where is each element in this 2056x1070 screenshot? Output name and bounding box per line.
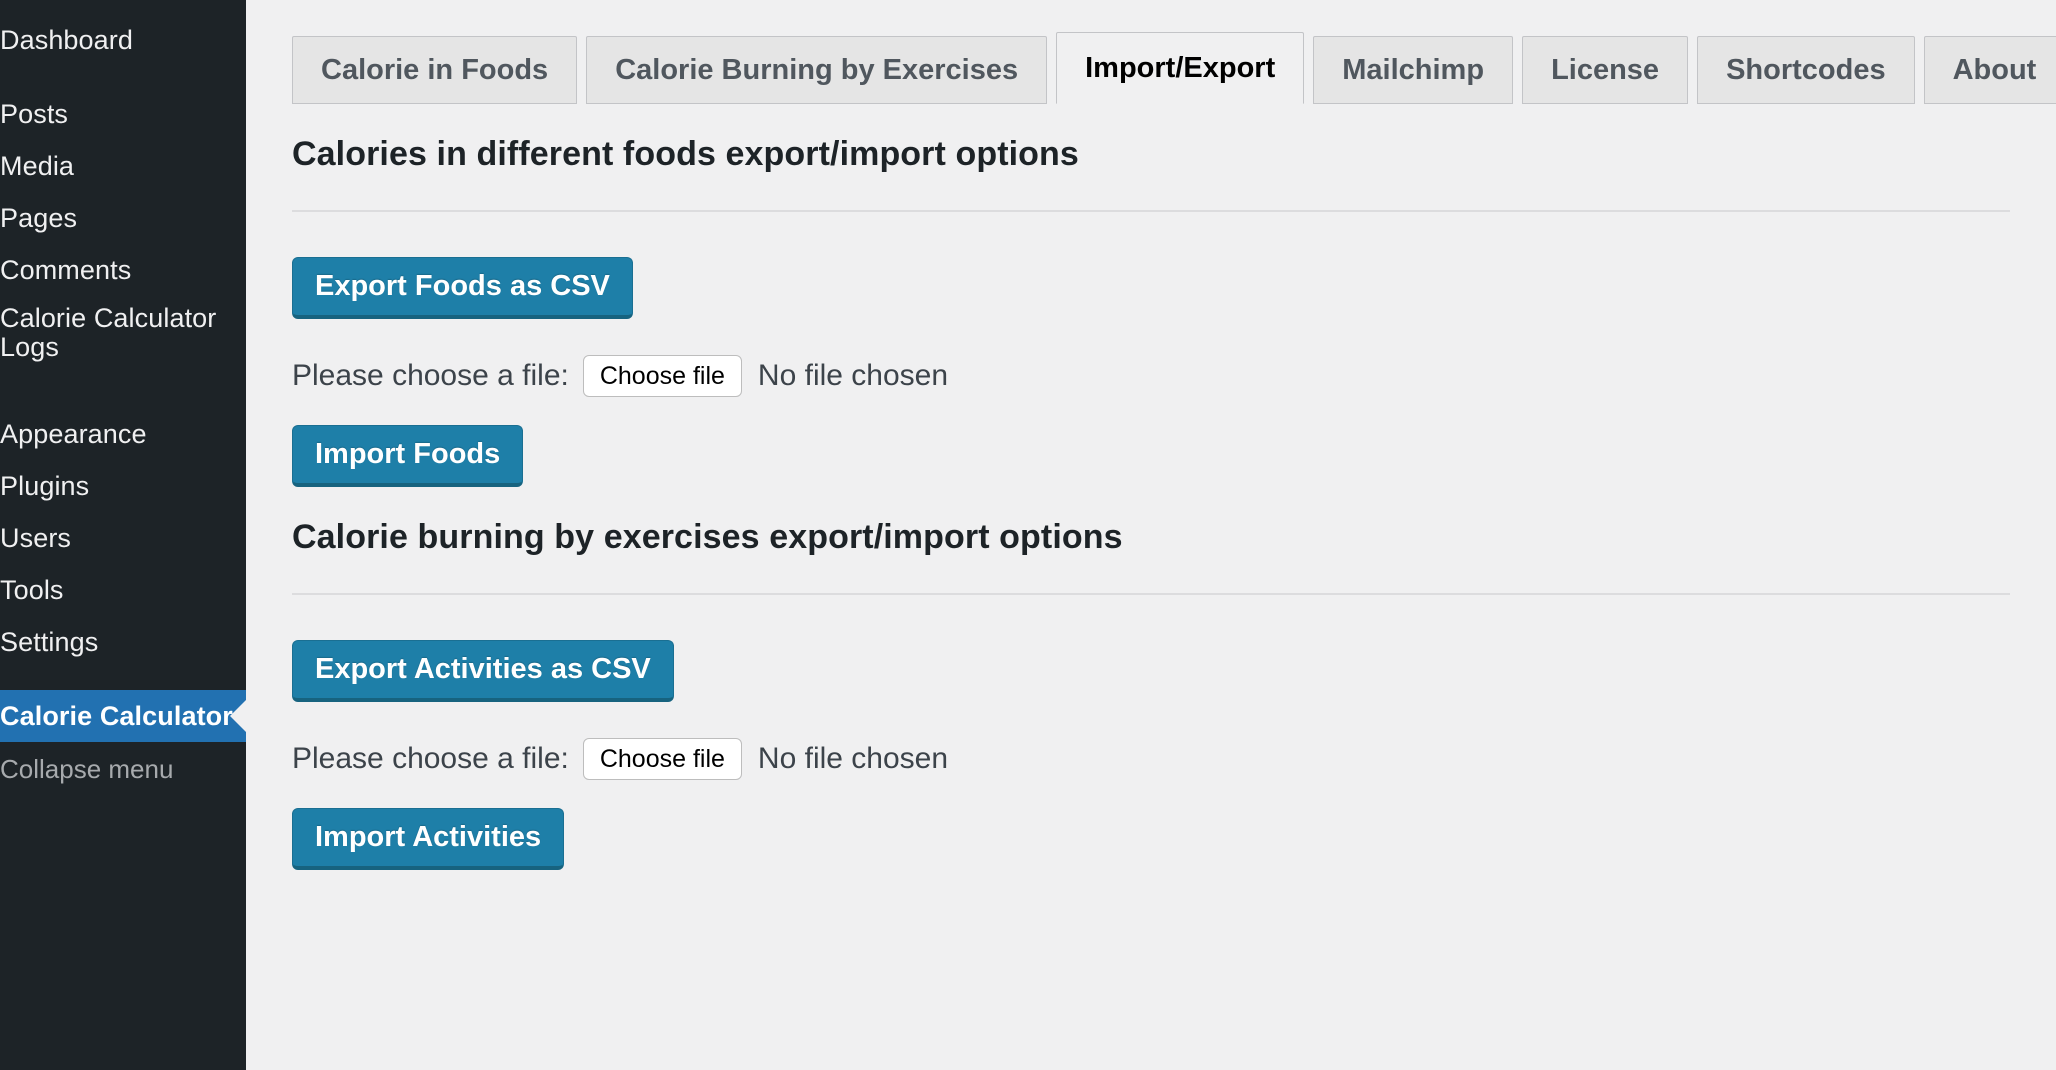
- sidebar-separator: [0, 66, 246, 88]
- activities-choose-file-button[interactable]: Choose file: [582, 738, 742, 781]
- tab-label: Calorie in Foods: [321, 53, 549, 86]
- sidebar-item-label: Dashboard: [0, 25, 133, 55]
- sidebar-item-dashboard[interactable]: Dashboard: [0, 14, 246, 66]
- sidebar-item-label: Pages: [0, 203, 78, 233]
- sidebar-item-pages[interactable]: Pages: [0, 192, 246, 244]
- sidebar-item-label: Posts: [0, 99, 69, 129]
- sidebar-item-label: Calorie Calculator Logs: [0, 303, 217, 363]
- sidebar-item-calorie-calculator-logs[interactable]: Calorie Calculator Logs: [0, 296, 246, 386]
- tab-calorie-in-foods[interactable]: Calorie in Foods: [292, 36, 578, 104]
- tab-about[interactable]: About: [1923, 36, 2056, 104]
- tab-label: Shortcodes: [1726, 53, 1886, 86]
- sidebar-item-plugins[interactable]: Plugins: [0, 460, 246, 512]
- tab-label: About: [1952, 53, 2037, 86]
- import-foods-button[interactable]: Import Foods: [292, 425, 524, 488]
- sidebar-item-label: Appearance: [0, 419, 147, 449]
- exercises-section-title: Calorie burning by exercises export/impo…: [292, 518, 1123, 557]
- sidebar-item-settings[interactable]: Settings: [0, 616, 246, 668]
- sidebar-item-label: Media: [0, 151, 75, 181]
- tab-shortcodes[interactable]: Shortcodes: [1697, 36, 1915, 104]
- sidebar-item-comments[interactable]: Comments: [0, 244, 246, 296]
- export-activities-csv-button[interactable]: Export Activities as CSV: [292, 640, 674, 703]
- tab-bar: Calorie in Foods Calorie Burning by Exer…: [246, 0, 2056, 104]
- tab-label: License: [1551, 53, 1660, 86]
- sidebar-item-label: Plugins: [0, 471, 90, 501]
- tab-mailchimp[interactable]: Mailchimp: [1313, 36, 1514, 104]
- sidebar-item-label: Tools: [0, 575, 64, 605]
- sidebar-separator: [0, 668, 246, 690]
- sidebar-item-users[interactable]: Users: [0, 512, 246, 564]
- main-content: Calorie in Foods Calorie Burning by Exer…: [246, 0, 2056, 1070]
- export-foods-csv-button[interactable]: Export Foods as CSV: [292, 257, 633, 320]
- import-export-panel: Calories in different foods export/impor…: [246, 132, 2056, 871]
- sidebar-item-media[interactable]: Media: [0, 140, 246, 192]
- activities-no-file-text: No file chosen: [757, 742, 949, 776]
- sidebar-item-label: Settings: [0, 627, 99, 657]
- sidebar-item-tools[interactable]: Tools: [0, 564, 246, 616]
- tab-label: Import/Export: [1085, 51, 1276, 84]
- tab-label: Calorie Burning by Exercises: [615, 53, 1019, 86]
- sidebar-item-label: Comments: [0, 255, 132, 285]
- collapse-menu-label: Collapse menu: [0, 754, 174, 784]
- foods-no-file-text: No file chosen: [757, 359, 949, 393]
- sidebar-item-label: Calorie Calculator: [0, 701, 233, 731]
- tab-import-export[interactable]: Import/Export: [1056, 32, 1305, 104]
- foods-choose-file-button[interactable]: Choose file: [582, 355, 742, 398]
- activities-file-label: Please choose a file:: [292, 742, 569, 776]
- import-activities-button[interactable]: Import Activities: [292, 808, 565, 871]
- sidebar-item-appearance[interactable]: Appearance: [0, 408, 246, 460]
- admin-screen: Dashboard Posts Media Pages Comments Cal…: [0, 0, 2056, 1070]
- sidebar-separator: [0, 386, 246, 408]
- sidebar-item-calorie-calculator[interactable]: Calorie Calculator: [0, 690, 246, 742]
- admin-sidebar: Dashboard Posts Media Pages Comments Cal…: [0, 0, 246, 1070]
- foods-file-row: Please choose a file: Choose file No fil…: [292, 355, 2056, 398]
- tab-calorie-burning-by-exercises[interactable]: Calorie Burning by Exercises: [586, 36, 1048, 104]
- sidebar-item-posts[interactable]: Posts: [0, 88, 246, 140]
- tab-license[interactable]: License: [1522, 36, 1689, 104]
- foods-file-label: Please choose a file:: [292, 359, 569, 393]
- foods-section-title: Calories in different foods export/impor…: [292, 135, 1079, 173]
- collapse-menu-button[interactable]: Collapse menu: [0, 742, 246, 796]
- active-arrow-icon: [230, 700, 246, 732]
- sidebar-item-label: Users: [0, 523, 72, 553]
- activities-file-row: Please choose a file: Choose file No fil…: [292, 738, 2056, 781]
- tab-label: Mailchimp: [1342, 53, 1485, 86]
